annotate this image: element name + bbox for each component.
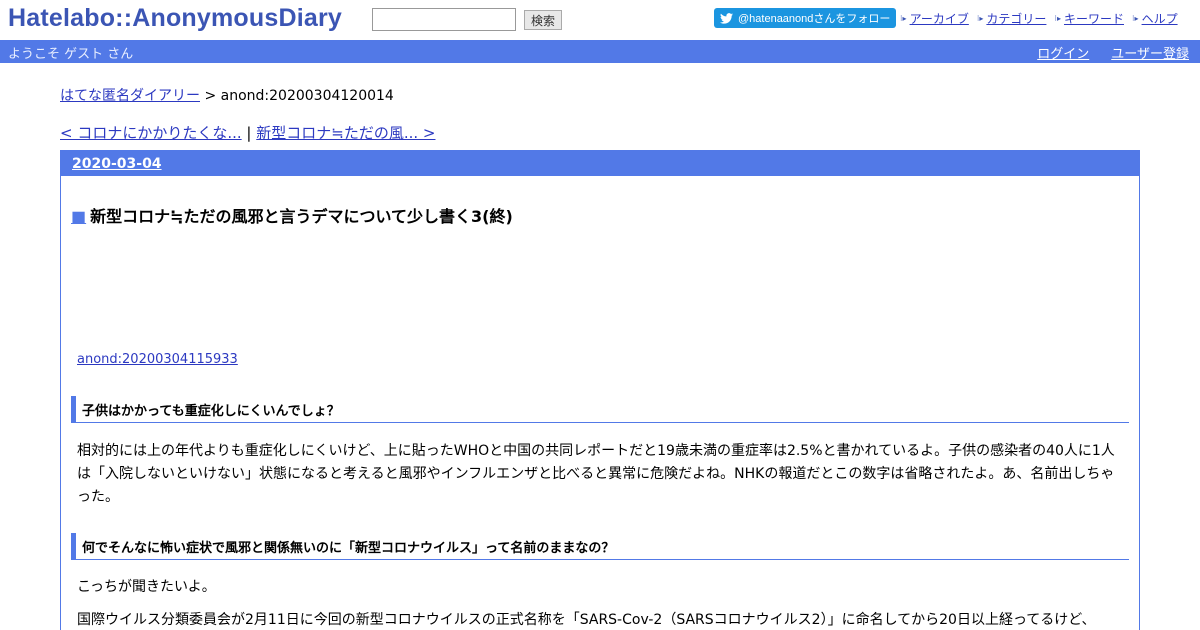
twitter-icon [720, 12, 733, 24]
twitter-follow-button[interactable]: @hatenaanondさんをフォロー [714, 8, 896, 28]
entry-title-text: 新型コロナ≒ただの風邪と言うデマについて少し書く3(終) [90, 207, 513, 226]
search-button[interactable]: 検索 [524, 10, 562, 30]
top-link-archive[interactable]: ⁝▸ アーカイブ [900, 10, 969, 27]
breadcrumb-home-link[interactable]: はてな匿名ダイアリー [60, 88, 200, 104]
search-input[interactable] [372, 8, 516, 31]
breadcrumb-separator: > [200, 88, 221, 104]
day-date-link[interactable]: 2020-03-04 [72, 156, 162, 172]
top-link-help[interactable]: ⁝▸ ヘルプ [1132, 10, 1178, 27]
top-link-category[interactable]: ⁝▸ カテゴリー [977, 10, 1047, 27]
welcome-text: ようこそ ゲスト さん [8, 47, 134, 62]
chevron-right-icon: ⁝▸ [1054, 14, 1061, 23]
site-header: Hatelabo::AnonymousDiary 検索 @hatenaanond… [0, 0, 1200, 40]
section-paragraph: こっちが聞きたいよ。 [77, 579, 216, 595]
top-link-keyword[interactable]: ⁝▸ キーワード [1054, 10, 1124, 27]
site-logo[interactable]: Hatelabo::AnonymousDiary [8, 4, 342, 33]
section-heading: 何でそんなに怖い症状で風邪と関係無いのに「新型コロナウイルス」って名前のままなの… [71, 533, 1129, 560]
login-link[interactable]: ログイン [1037, 43, 1089, 62]
user-bar: ようこそ ゲスト さん ログイン ユーザー登録 [0, 40, 1200, 63]
breadcrumb-current: anond:20200304120014 [220, 88, 394, 104]
chevron-right-icon: ⁝▸ [1132, 14, 1139, 23]
reference-link[interactable]: anond:20200304115933 [77, 352, 238, 367]
day-header: 2020-03-04 [61, 151, 1139, 176]
next-entry-link[interactable]: 新型コロナ≒ただの風... > [256, 124, 435, 142]
top-links: ⁝▸ アーカイブ ⁝▸ カテゴリー ⁝▸ キーワード ⁝▸ ヘルプ [900, 10, 1186, 27]
chevron-right-icon: ⁝▸ [976, 14, 984, 23]
prev-entry-link[interactable]: < コロナにかかりたくな... [60, 124, 242, 142]
twitter-follow-label: @hatenaanondさんをフォロー [738, 13, 891, 25]
prev-next-nav: < コロナにかかりたくな... | 新型コロナ≒ただの風... > [60, 122, 435, 143]
nav-divider: | [241, 124, 257, 142]
entry-permalink-icon[interactable]: ■ [71, 207, 86, 226]
entry-title: ■ 新型コロナ≒ただの風邪と言うデマについて少し書く3(終) [71, 203, 513, 227]
section-paragraph: 相対的には上の年代よりも重症化しにくいけど、上に貼ったWHOと中国の共同レポート… [77, 443, 1115, 505]
section-paragraph: 国際ウイルス分類委員会が2月11日に今回の新型コロナウイルスの正式名称を「SAR… [77, 612, 1096, 628]
account-links: ログイン ユーザー登録 [1037, 43, 1189, 62]
chevron-right-icon: ⁝▸ [900, 14, 907, 23]
section-heading: 子供はかかっても重症化しにくいんでしょ？ [71, 396, 1129, 423]
register-link[interactable]: ユーザー登録 [1111, 43, 1189, 62]
breadcrumb: はてな匿名ダイアリー > anond:20200304120014 [60, 85, 394, 105]
day-section: 2020-03-04 ■ 新型コロナ≒ただの風邪と言うデマについて少し書く3(終)… [60, 150, 1140, 630]
